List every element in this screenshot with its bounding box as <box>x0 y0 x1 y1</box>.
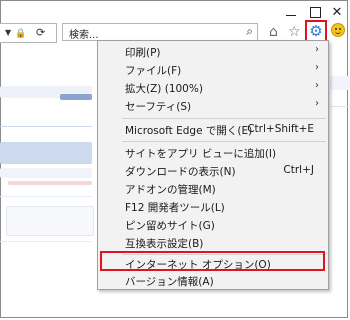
page-text <box>0 168 92 178</box>
search-placeholder: 検索... <box>69 30 99 41</box>
tools-button[interactable]: ⚙ <box>305 20 327 42</box>
smiley-icon[interactable] <box>331 23 345 37</box>
address-dropdown-icon[interactable]: ▼ <box>5 28 11 37</box>
search-icon[interactable]: ⌕ <box>246 24 253 39</box>
menu-item-add-site-app-view[interactable]: サイトをアプリ ビューに追加(I) <box>98 144 328 162</box>
menu-item-label: 互換表示設定(B) <box>125 238 204 250</box>
menu-item-label: 印刷(P) <box>125 47 161 59</box>
menu-item-label: 拡大(Z) (100%) <box>125 83 203 95</box>
menu-item-about[interactable]: バージョン情報(A) <box>98 272 328 290</box>
menu-item-shortcut: Ctrl+J <box>283 164 314 176</box>
minimize-icon <box>286 14 296 16</box>
menu-item-shortcut: Ctrl+Shift+E <box>247 123 314 135</box>
maximize-icon <box>309 6 321 18</box>
menu-item-zoom[interactable]: 拡大(Z) (100%) › <box>98 79 328 97</box>
page-card <box>6 206 94 236</box>
internet-options-highlight <box>100 251 325 271</box>
menu-item-label: F12 開発者ツール(L) <box>125 202 225 214</box>
page-banner <box>0 142 92 164</box>
menu-item-label: ダウンロードの表示(N) <box>125 166 236 178</box>
menu-item-label: Microsoft Edge で開く(E) <box>125 125 253 137</box>
menu-item-pinned-sites[interactable]: ピン留めサイト(G) <box>98 216 328 234</box>
menu-item-label: アドオンの管理(M) <box>125 184 216 196</box>
menu-item-compat-view[interactable]: 互換表示設定(B) <box>98 234 328 252</box>
menu-item-open-in-edge[interactable]: Microsoft Edge で開く(E) Ctrl+Shift+E <box>98 121 328 139</box>
menu-item-f12-devtools[interactable]: F12 開発者ツール(L) <box>98 198 328 216</box>
chevron-right-icon: › <box>315 98 319 109</box>
lock-icon[interactable]: 🔒 <box>15 29 26 39</box>
page-divider <box>0 196 92 197</box>
page-divider <box>0 241 92 242</box>
chevron-right-icon: › <box>315 80 319 91</box>
page-link <box>60 94 92 100</box>
search-input[interactable]: 検索... ⌕ <box>62 23 258 41</box>
menu-item-file[interactable]: ファイル(F) › <box>98 61 328 79</box>
menu-item-safety[interactable]: セーフティ(S) › <box>98 97 328 115</box>
menu-item-label: サイトをアプリ ビューに追加(I) <box>125 148 277 160</box>
close-icon: ✕ <box>331 4 343 20</box>
home-icon[interactable]: ⌂ <box>269 24 278 40</box>
menu-item-downloads[interactable]: ダウンロードの表示(N) Ctrl+J <box>98 162 328 180</box>
close-button[interactable]: ✕ <box>326 2 348 22</box>
menu-item-manage-addons[interactable]: アドオンの管理(M) <box>98 180 328 198</box>
menu-item-label: セーフティ(S) <box>125 101 192 113</box>
chevron-right-icon: › <box>315 62 319 73</box>
menu-separator <box>122 141 326 142</box>
chevron-right-icon: › <box>315 44 319 55</box>
maximize-button[interactable] <box>304 2 326 22</box>
minimize-button[interactable] <box>280 2 302 22</box>
menu-item-print[interactable]: 印刷(P) › <box>98 43 328 61</box>
refresh-icon[interactable]: ⟳ <box>36 26 45 39</box>
page-text <box>8 181 92 185</box>
gear-icon: ⚙ <box>309 21 323 40</box>
menu-item-label: ピン留めサイト(G) <box>125 220 215 232</box>
menu-item-label: バージョン情報(A) <box>125 276 214 288</box>
menu-item-label: ファイル(F) <box>125 65 182 77</box>
address-bar-end[interactable]: ▼ 🔒 ⟳ <box>0 23 57 43</box>
page-divider <box>0 126 92 127</box>
page-divider <box>330 106 350 107</box>
page-block <box>330 76 350 90</box>
menu-separator <box>122 118 326 119</box>
star-icon[interactable]: ☆ <box>288 24 301 40</box>
